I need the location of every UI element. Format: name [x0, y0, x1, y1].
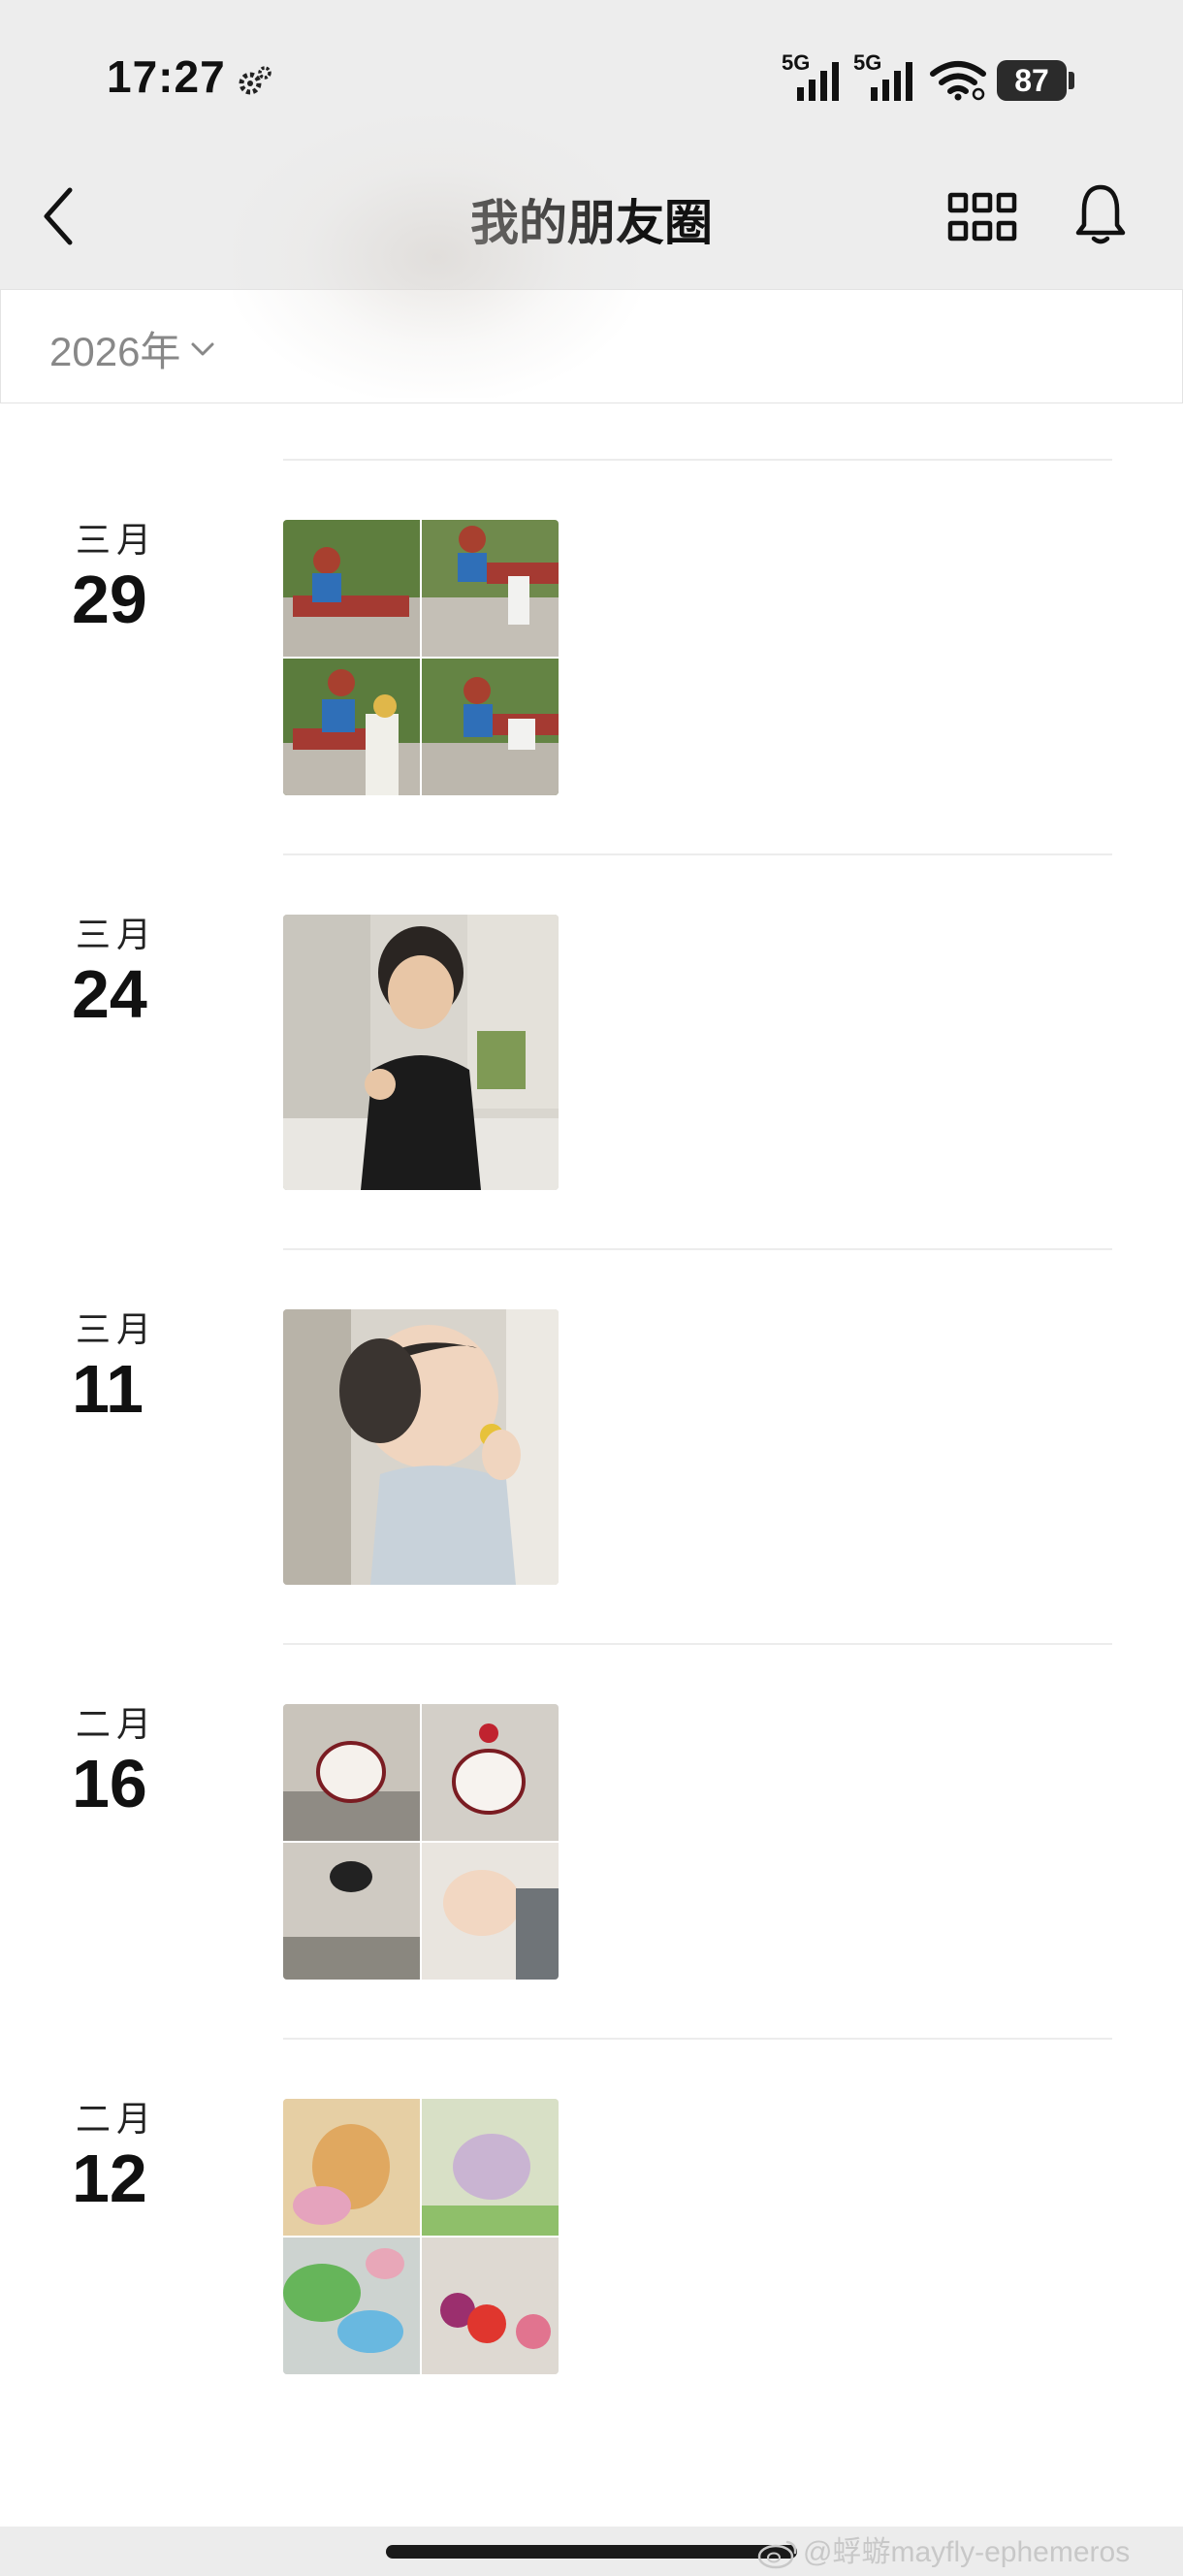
entry-month: 二月 — [76, 1704, 158, 1744]
divider — [283, 459, 1112, 461]
photo-collage-party-decorations[interactable] — [283, 2099, 559, 2374]
photo-collage-bench-statue[interactable] — [283, 520, 559, 795]
battery-level: 87 — [997, 60, 1067, 101]
watermark: @蜉蝣mayfly-ephemeros — [756, 2528, 1130, 2570]
year-dropdown-value: 2026年 — [49, 329, 181, 374]
divider — [283, 853, 1112, 855]
entry-day: 16 — [72, 1746, 147, 1821]
photo-collage-stickers-baby[interactable] — [283, 1704, 559, 1980]
entry-month: 三月 — [76, 1309, 158, 1349]
watermark-text: @蜉蝣mayfly-ephemeros — [803, 2536, 1131, 2568]
divider — [283, 1643, 1112, 1645]
home-indicator[interactable] — [386, 2545, 797, 2559]
grid-view-icon[interactable] — [947, 192, 1017, 242]
chevron-down-icon — [191, 342, 214, 355]
status-time: 17:27 — [107, 51, 226, 102]
notification-bell-icon[interactable] — [1074, 182, 1127, 246]
photo-toddler-leather-jacket[interactable] — [283, 915, 559, 1190]
weibo-icon — [757, 2540, 797, 2569]
entry-month: 二月 — [76, 2099, 158, 2139]
divider — [283, 2038, 1112, 2040]
signal-bars-icon-1 — [797, 62, 839, 101]
signal-bars-icon-2 — [871, 62, 912, 101]
entry-day: 12 — [72, 2141, 147, 2216]
entry-month: 三月 — [76, 915, 158, 954]
year-filter-bar: 2026年 — [0, 289, 1183, 403]
entry-month: 三月 — [76, 520, 158, 560]
entry-day: 24 — [72, 956, 147, 1032]
settings-gear-icon — [239, 66, 272, 95]
divider — [283, 1248, 1112, 1250]
top-bar: 17:27 5G 5G 87 我的朋友圈 — [0, 0, 1183, 289]
entry-day: 11 — [72, 1351, 144, 1427]
wifi-icon — [930, 61, 986, 101]
year-dropdown[interactable]: 2026年 — [49, 319, 215, 378]
photo-baby-eating[interactable] — [283, 1309, 559, 1585]
entry-day: 29 — [72, 562, 147, 637]
battery-cap — [1069, 72, 1074, 89]
